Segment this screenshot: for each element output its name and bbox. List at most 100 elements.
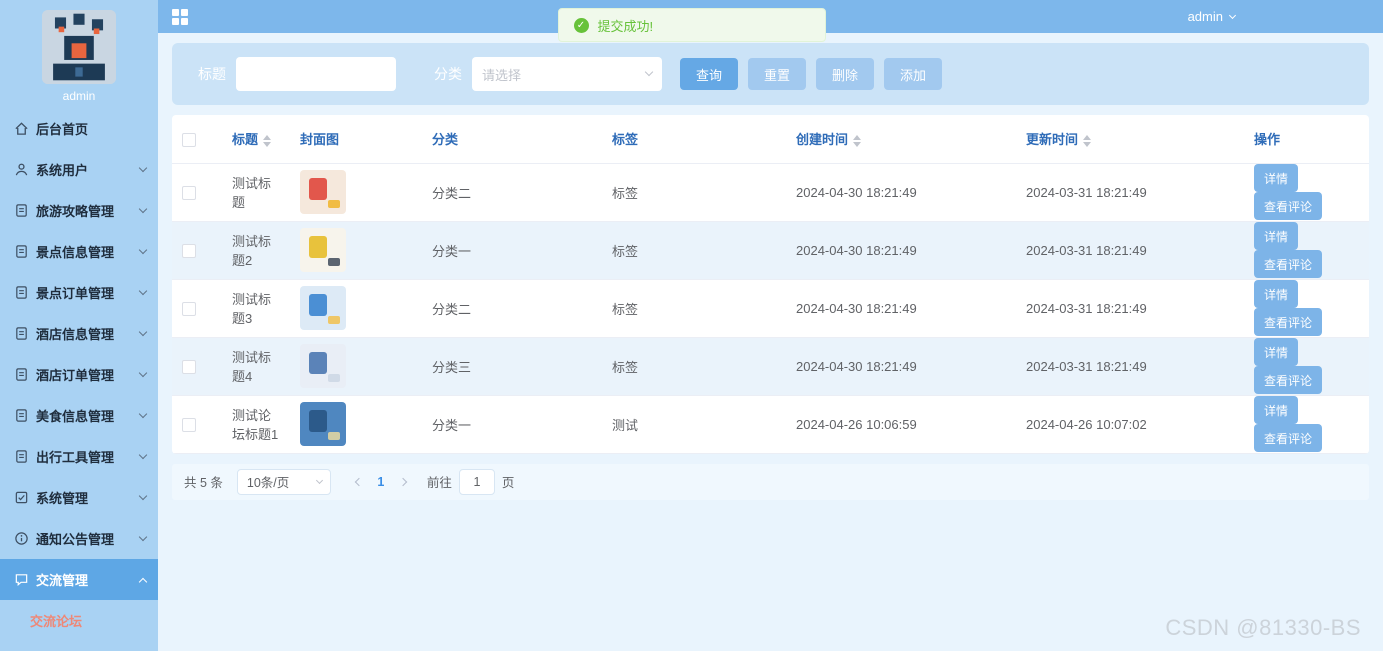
column-header[interactable]: 更新时间 (1016, 115, 1244, 164)
watermark: CSDN @81330-BS (1165, 615, 1361, 640)
row-created-time: 2024-04-30 18:21:49 (786, 163, 1016, 222)
next-page-button[interactable] (393, 471, 415, 493)
sort-carets-icon[interactable] (853, 134, 862, 147)
title-filter-input[interactable] (236, 57, 396, 91)
table-header-row: 标题 封面图 分类 标签 创建时间 更新时间 操作 (172, 115, 1369, 164)
sidebar-item-11[interactable]: 交流管理 (0, 559, 158, 600)
delete-button[interactable]: 删除 (816, 58, 875, 90)
detail-button[interactable]: 详情 (1254, 396, 1299, 424)
app: admin 后台首页系统用户旅游攻略管理景点信息管理景点订单管理酒店信息管理酒店… (0, 0, 1383, 651)
view-comments-button[interactable]: 查看评论 (1254, 366, 1323, 394)
sidebar-item-5[interactable]: 酒店信息管理 (0, 313, 158, 354)
sidebar-item-2[interactable]: 旅游攻略管理 (0, 190, 158, 231)
chevron-right-icon (398, 477, 408, 486)
row-checkbox[interactable] (182, 185, 196, 200)
sidebar-item-6[interactable]: 酒店订单管理 (0, 354, 158, 395)
select-all-checkbox[interactable] (182, 132, 196, 147)
category-select[interactable]: 请选择 (472, 57, 662, 91)
row-title: 测试论坛标题1 (222, 395, 290, 454)
chevron-down-icon (138, 163, 148, 173)
row-created-time: 2024-04-26 10:06:59 (786, 395, 1016, 454)
menu-grid-icon[interactable] (172, 8, 188, 25)
view-comments-button[interactable]: 查看评论 (1254, 250, 1323, 278)
table-row: 测试标题2 分类一 标签 2024-04-30 18:21:49 2024-03-31 … (172, 221, 1369, 280)
column-header[interactable]: 创建时间 (786, 115, 1016, 164)
pagination-bar: 共 5 条 10条/页 1 前往 页 (172, 463, 1369, 500)
detail-button[interactable]: 详情 (1254, 164, 1299, 192)
row-checkbox[interactable] (182, 359, 196, 374)
search-button[interactable]: 查询 (680, 58, 739, 90)
column-header[interactable]: 标题 (222, 115, 290, 164)
sidebar-item-label: 交流管理 (36, 573, 89, 588)
filter-panel: 标题 分类 请选择 查询 重置 删除 添加 (172, 43, 1369, 105)
view-comments-button[interactable]: 查看评论 (1254, 308, 1323, 336)
row-category: 分类三 (422, 337, 602, 396)
page-number-current[interactable]: 1 (369, 475, 393, 489)
row-title: 测试标题2 (222, 221, 290, 280)
reset-button[interactable]: 重置 (748, 58, 807, 90)
goto-page: 前往 页 (427, 468, 514, 495)
content: 标题 分类 请选择 查询 重置 删除 添加 标题 封面图 分类 标签 创建时间 … (158, 33, 1383, 651)
sort-carets-icon[interactable] (1083, 134, 1092, 147)
sidebar-item-label: 后台首页 (36, 122, 89, 137)
doc-icon (14, 367, 29, 382)
user-name: admin (1187, 9, 1223, 24)
prev-page-button[interactable] (347, 471, 369, 493)
sort-carets-icon[interactable] (263, 134, 272, 147)
row-updated-time: 2024-03-31 18:21:49 (1016, 163, 1244, 222)
sidebar-item-label: 出行工具管理 (36, 450, 115, 465)
info-icon (14, 531, 29, 546)
sidebar-item-label: 美食信息管理 (36, 409, 115, 424)
row-created-time: 2024-04-30 18:21:49 (786, 221, 1016, 280)
sidebar-subitem-0[interactable]: 交流论坛 (0, 600, 158, 640)
view-comments-button[interactable]: 查看评论 (1254, 424, 1323, 452)
cover-image (300, 402, 346, 446)
detail-button[interactable]: 详情 (1254, 280, 1299, 308)
sidebar-item-0[interactable]: 后台首页 (0, 108, 158, 149)
row-checkbox[interactable] (182, 417, 196, 432)
avatar-label: admin (62, 88, 96, 103)
table-card: 标题 封面图 分类 标签 创建时间 更新时间 操作 测试标题 分类二 标签 2024-04-30 … (172, 115, 1369, 454)
page-size-select[interactable]: 10条/页 (236, 468, 331, 495)
avatar-box: admin (0, 0, 158, 108)
row-tag: 标签 (602, 337, 786, 396)
doc-icon (14, 244, 29, 259)
row-checkbox[interactable] (182, 243, 196, 258)
category-select-placeholder: 请选择 (482, 67, 522, 83)
chevron-down-icon (138, 327, 148, 337)
sidebar-item-9[interactable]: 系统管理 (0, 477, 158, 518)
title-filter-label: 标题 (198, 66, 226, 82)
sidebar-item-4[interactable]: 景点订单管理 (0, 272, 158, 313)
row-tag: 标签 (602, 279, 786, 338)
column-header: 标签 (602, 115, 786, 164)
chevron-down-icon (644, 67, 654, 77)
sidebar-item-label: 旅游攻略管理 (36, 204, 115, 219)
sidebar-item-8[interactable]: 出行工具管理 (0, 436, 158, 477)
sidebar-item-label: 酒店订单管理 (36, 368, 115, 383)
chevron-down-icon (138, 286, 148, 296)
goto-page-input[interactable] (458, 468, 495, 495)
sidebar: admin 后台首页系统用户旅游攻略管理景点信息管理景点订单管理酒店信息管理酒店… (0, 0, 158, 651)
detail-button[interactable]: 详情 (1254, 338, 1299, 366)
sidebar-subitem-1[interactable]: 论坛分类 (0, 640, 158, 651)
sidebar-item-label: 景点订单管理 (36, 286, 115, 301)
chevron-down-icon (138, 450, 148, 460)
view-comments-button[interactable]: 查看评论 (1254, 192, 1323, 220)
sidebar-item-3[interactable]: 景点信息管理 (0, 231, 158, 272)
sidebar-item-label: 系统管理 (36, 491, 89, 506)
detail-button[interactable]: 详情 (1254, 222, 1299, 250)
add-button[interactable]: 添加 (884, 58, 943, 90)
sidebar-item-label: 通知公告管理 (36, 532, 115, 547)
avatar (42, 9, 116, 84)
chevron-down-icon (1228, 11, 1237, 19)
row-category: 分类一 (422, 221, 602, 280)
sidebar-item-10[interactable]: 通知公告管理 (0, 518, 158, 559)
row-tag: 标签 (602, 163, 786, 222)
home-icon (14, 121, 29, 136)
doc-icon (14, 449, 29, 464)
row-checkbox[interactable] (182, 301, 196, 316)
success-toast: ✓ 提交成功! (557, 8, 826, 42)
user-dropdown[interactable]: admin (1187, 9, 1237, 24)
sidebar-item-7[interactable]: 美食信息管理 (0, 395, 158, 436)
sidebar-item-1[interactable]: 系统用户 (0, 149, 158, 190)
